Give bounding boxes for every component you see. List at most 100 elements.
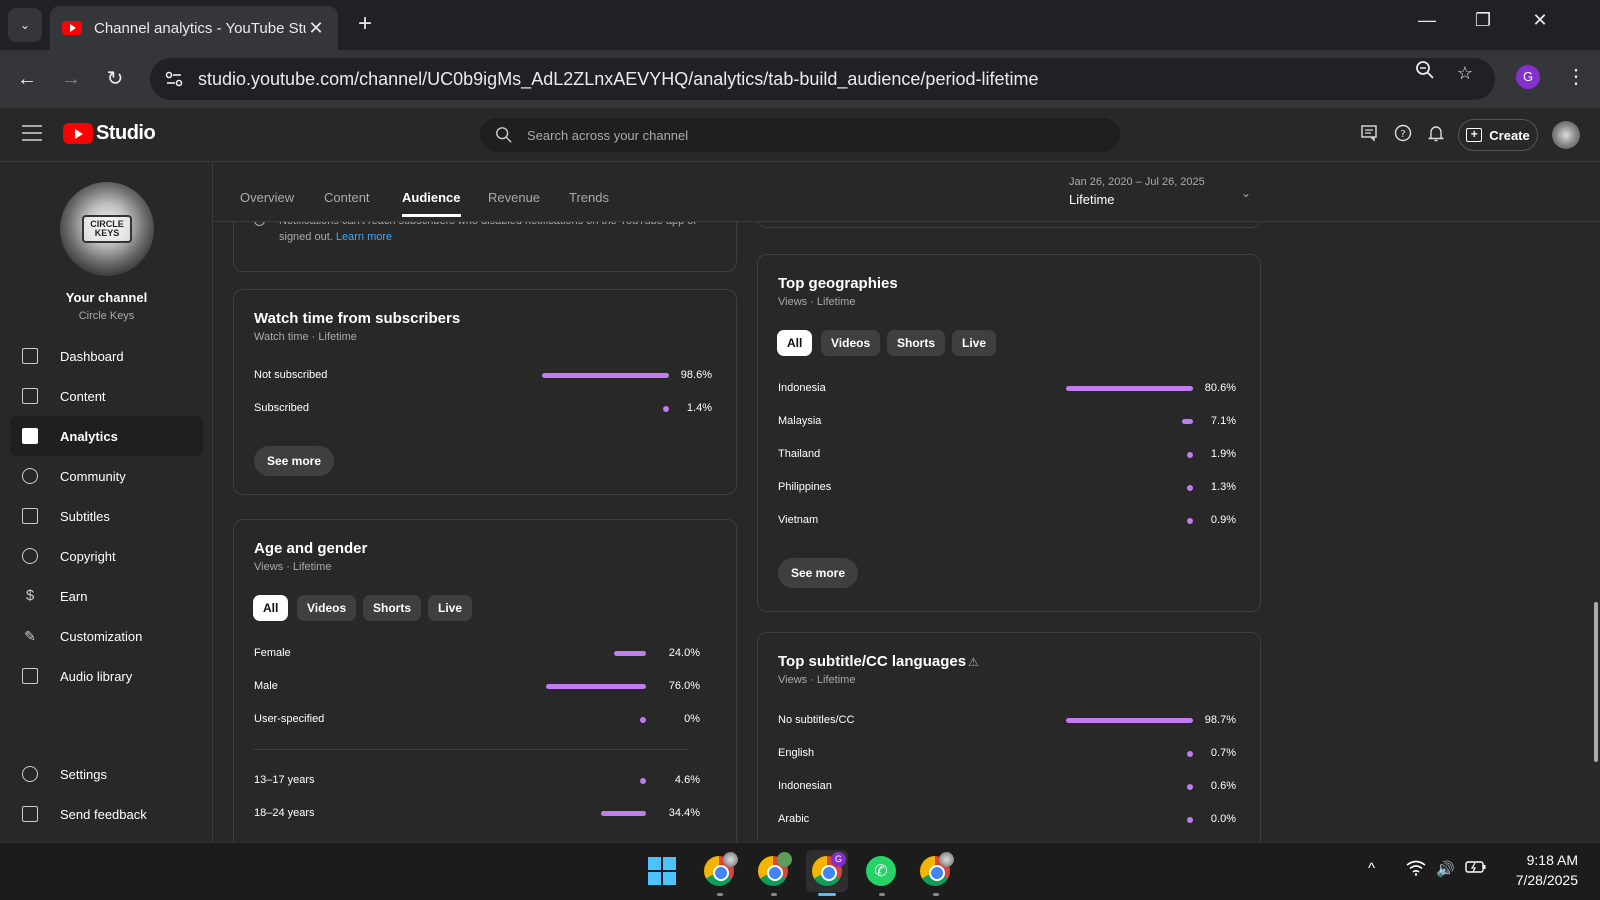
sidebar-item-label: Copyright — [60, 548, 116, 564]
browser-profile-avatar[interactable]: G — [1516, 65, 1540, 89]
sidebar-item-customization[interactable]: ✎ Customization — [10, 616, 203, 656]
sidebar-item-label: Audio library — [60, 668, 133, 684]
battery-icon[interactable] — [1465, 860, 1487, 878]
running-indicator — [879, 893, 885, 896]
row-bar — [1066, 386, 1193, 391]
row-label: English — [778, 747, 815, 759]
row-label: No subtitles/CC — [778, 714, 855, 726]
search-box[interactable] — [480, 118, 1120, 152]
close-tab-icon[interactable]: ✕ — [306, 18, 326, 39]
watch-time-card: Watch time from subscribers Watch time ·… — [233, 289, 737, 495]
chevron-down-icon[interactable]: ⌄ — [1241, 186, 1251, 200]
create-button[interactable]: + Create — [1458, 119, 1538, 151]
taskbar-chrome-active[interactable]: G — [806, 850, 848, 892]
search-input[interactable] — [527, 127, 1087, 143]
filter-live[interactable]: Live — [428, 595, 473, 621]
channel-avatar[interactable]: CIRCLE KEYS — [60, 182, 154, 276]
wifi-icon[interactable] — [1406, 860, 1426, 880]
tab-trends[interactable]: Trends — [569, 190, 609, 205]
zoom-icon[interactable] — [1412, 60, 1438, 86]
see-more-button[interactable]: See more — [254, 446, 335, 476]
subtitle-language-row: English 0.7% — [778, 744, 1238, 764]
sidebar-item-send-feedback[interactable]: Send feedback — [10, 794, 203, 834]
clock-date: 7/28/2025 — [1515, 872, 1578, 888]
warning-icon[interactable]: ⚠ — [968, 655, 979, 669]
tab-audience[interactable]: Audience — [402, 190, 461, 217]
row-bar — [601, 811, 646, 816]
subtitle-language-row: Indonesian 0.6% — [778, 777, 1238, 797]
close-window-icon[interactable]: ✕ — [1525, 10, 1555, 31]
youtube-favicon-icon — [62, 21, 82, 35]
filter-all[interactable]: All — [253, 595, 289, 621]
filter-all[interactable]: All — [777, 330, 813, 356]
taskbar-whatsapp[interactable]: ✆ — [860, 850, 902, 892]
card-subtitle: Views · Lifetime — [778, 296, 856, 308]
windows-start-icon[interactable] — [648, 857, 676, 885]
tab-overview[interactable]: Overview — [240, 190, 294, 205]
row-value: 24.0% — [668, 647, 700, 659]
taskbar-chrome-1[interactable] — [698, 850, 740, 892]
row-value: 1.3% — [1210, 481, 1236, 493]
profile-badge-icon — [723, 852, 738, 867]
filter-live[interactable]: Live — [952, 330, 997, 356]
restore-icon[interactable]: ❐ — [1468, 10, 1498, 31]
sidebar-item-dashboard[interactable]: Dashboard — [10, 336, 203, 376]
whatsapp-icon: ✆ — [866, 856, 896, 886]
filter-shorts[interactable]: Shorts — [363, 595, 422, 621]
messages-icon[interactable] — [1358, 124, 1380, 146]
scrollbar[interactable] — [1592, 162, 1600, 842]
address-bar[interactable]: studio.youtube.com/channel/UC0b9igMs_AdL… — [150, 58, 1495, 100]
browser-tab-active[interactable]: Channel analytics - YouTube Studio ✕ — [50, 6, 338, 50]
studio-logo[interactable]: Studio — [63, 122, 156, 145]
see-more-button[interactable]: See more — [778, 558, 859, 588]
sidebar-item-settings[interactable]: Settings — [10, 754, 203, 794]
tab-revenue[interactable]: Revenue — [488, 190, 540, 205]
row-value: 34.4% — [668, 807, 700, 819]
taskbar-clock[interactable]: 9:18 AM 7/28/2025 — [1500, 850, 1578, 890]
back-button[interactable]: ← — [12, 64, 42, 94]
forward-button[interactable]: → — [56, 64, 86, 94]
period-selector[interactable]: Jan 26, 2020 – Jul 26, 2025 Lifetime — [1069, 176, 1205, 207]
tab-title: Channel analytics - YouTube Studio — [94, 19, 306, 37]
scrollbar-thumb[interactable] — [1594, 602, 1598, 762]
filter-videos[interactable]: Videos — [821, 330, 881, 356]
tab-search-button[interactable]: ⌄ — [8, 8, 42, 42]
card-subtitle: Watch time · Lifetime — [254, 331, 357, 343]
community-icon — [22, 468, 38, 484]
filter-shorts[interactable]: Shorts — [887, 330, 946, 356]
card-subtitle: Views · Lifetime — [778, 674, 856, 686]
row-value: 0% — [684, 713, 700, 725]
menu-icon[interactable] — [22, 125, 42, 146]
card-title: Watch time from subscribers — [254, 310, 461, 327]
browser-menu-icon[interactable]: ⋮ — [1566, 64, 1586, 89]
tab-content[interactable]: Content — [324, 190, 370, 205]
svg-text:?: ? — [1400, 129, 1405, 140]
sidebar: CIRCLE KEYS Your channel Circle Keys Das… — [0, 162, 213, 842]
reload-button[interactable]: ↻ — [100, 64, 130, 94]
card-title: Top geographies — [778, 275, 898, 292]
notifications-bell-icon[interactable] — [1425, 124, 1447, 146]
taskbar-chrome-3[interactable] — [914, 850, 956, 892]
sidebar-item-subtitles[interactable]: Subtitles — [10, 496, 203, 536]
help-icon[interactable]: ? — [1392, 124, 1414, 146]
account-avatar[interactable] — [1552, 121, 1580, 149]
logo-text: Studio — [96, 122, 156, 144]
sidebar-item-content[interactable]: Content — [10, 376, 203, 416]
filter-videos[interactable]: Videos — [297, 595, 357, 621]
new-tab-button[interactable]: + — [352, 12, 378, 38]
sidebar-item-audio-library[interactable]: Audio library — [10, 656, 203, 696]
gender-row: Female 24.0% — [254, 644, 700, 664]
settings-icon — [22, 766, 38, 782]
sidebar-item-community[interactable]: Community — [10, 456, 203, 496]
subtitle-language-row: No subtitles/CC 98.7% — [778, 711, 1238, 731]
minimize-icon[interactable]: — — [1412, 10, 1442, 31]
sidebar-item-earn[interactable]: $ Earn — [10, 576, 203, 616]
taskbar-chrome-2[interactable] — [752, 850, 794, 892]
site-settings-icon[interactable] — [164, 69, 184, 89]
learn-more-link[interactable]: Learn more — [336, 231, 392, 243]
tray-chevron-up-icon[interactable]: ^ — [1368, 860, 1375, 877]
sidebar-item-copyright[interactable]: Copyright — [10, 536, 203, 576]
volume-icon[interactable]: 🔊 — [1436, 860, 1455, 878]
bookmark-star-icon[interactable]: ☆ — [1452, 60, 1478, 86]
sidebar-item-analytics[interactable]: Analytics — [10, 416, 203, 456]
